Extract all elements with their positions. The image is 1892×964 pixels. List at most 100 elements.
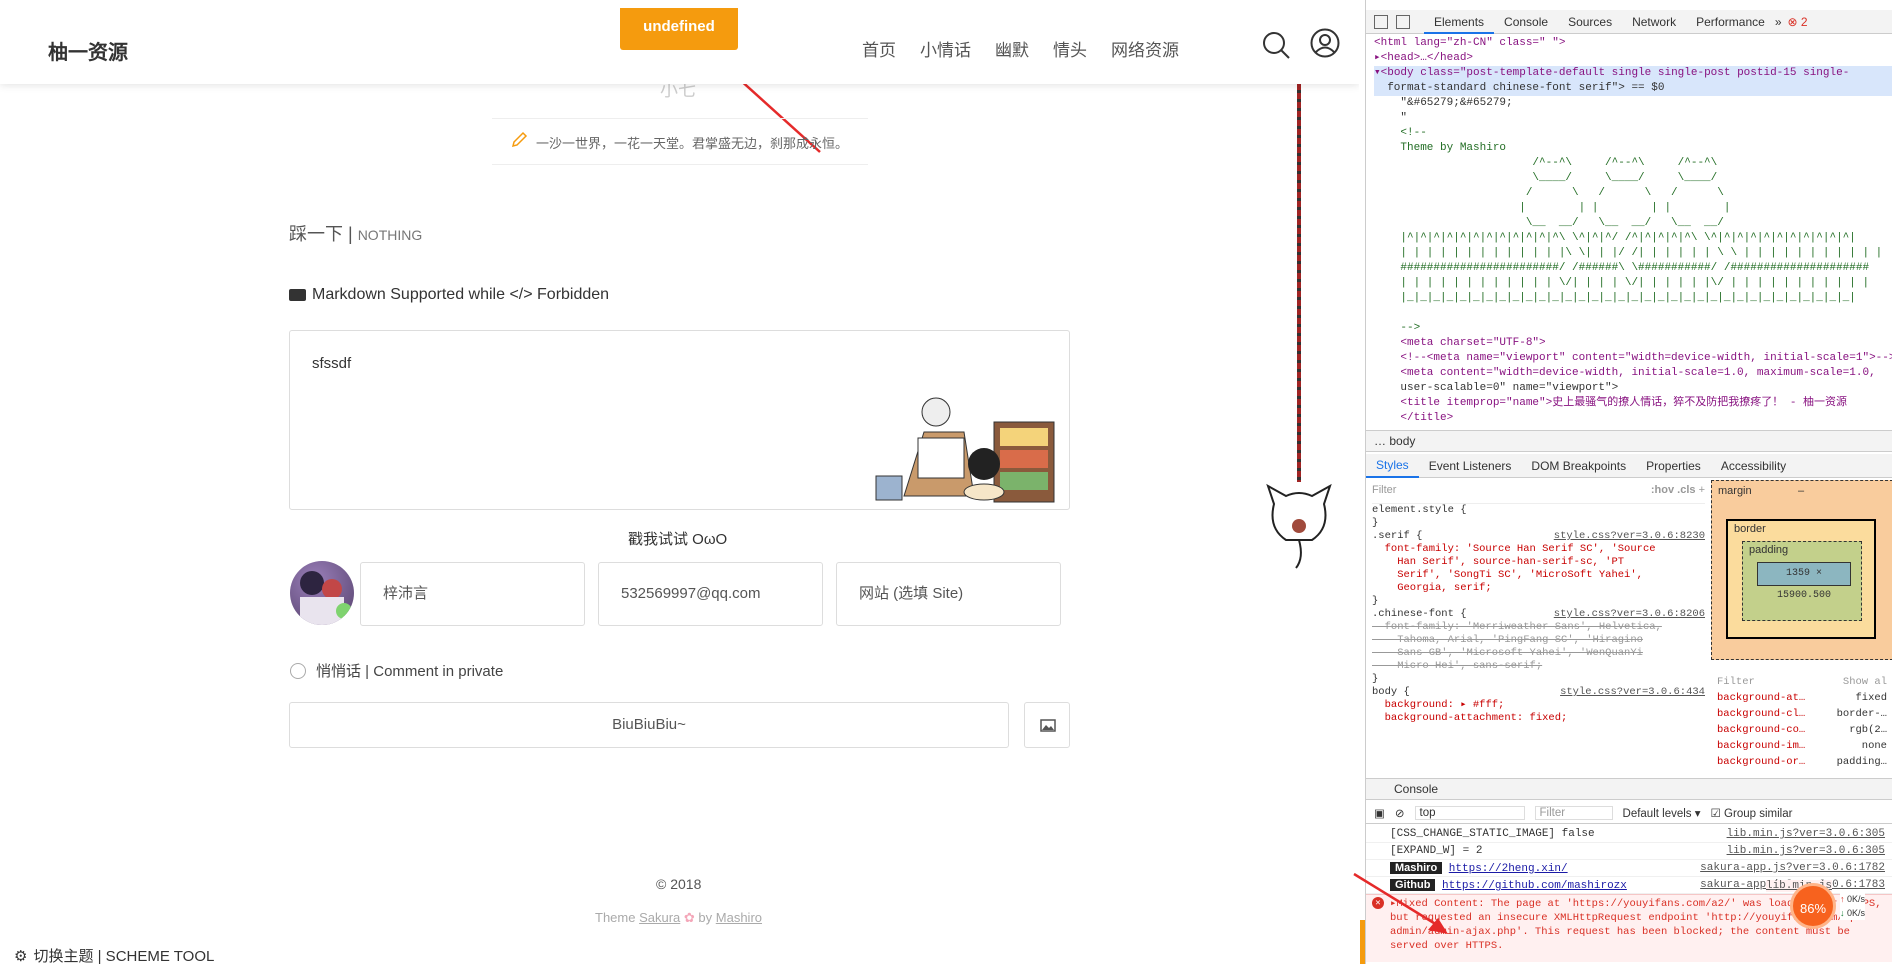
computed-filter[interactable]: Filter bbox=[1717, 674, 1755, 690]
console-filter[interactable]: Filter bbox=[1534, 805, 1613, 820]
style-source-link[interactable]: style.css?ver=3.0.6:8206 bbox=[1554, 608, 1705, 621]
markdown-icon bbox=[289, 289, 306, 301]
scheme-tool-label: 切换主题 | SCHEME TOOL bbox=[33, 948, 215, 964]
dom-node-line[interactable]: | | | | | | | | | | | | |\ \| | |/ /| | … bbox=[1374, 246, 1892, 261]
user-icon[interactable] bbox=[1310, 28, 1340, 58]
network-speed-ball[interactable]: 86% bbox=[1790, 883, 1836, 929]
mashiro-link[interactable]: https://2heng.xin/ bbox=[1449, 863, 1568, 875]
computed-row[interactable]: background-im… none bbox=[1717, 738, 1887, 754]
inspect-icon[interactable] bbox=[1374, 14, 1388, 29]
insert-image-button[interactable] bbox=[1024, 702, 1070, 748]
dom-node-line[interactable]: | | | | | | | | | | | | \/| | | | \/| | … bbox=[1374, 276, 1892, 291]
nav-item-love-words[interactable]: 小情话 bbox=[920, 36, 971, 61]
dom-node-line[interactable]: <!--<meta name="viewport" content="width… bbox=[1374, 351, 1892, 366]
style-source-link[interactable]: style.css?ver=3.0.6:8230 bbox=[1554, 530, 1705, 543]
subtab-properties[interactable]: Properties bbox=[1636, 459, 1711, 473]
dom-node-line[interactable]: ▾<body class="post-template-default sing… bbox=[1374, 66, 1892, 81]
device-toggle-icon[interactable] bbox=[1396, 14, 1410, 29]
dom-node-line[interactable]: \____/ \____/ \____/ bbox=[1374, 171, 1892, 186]
download-speed-value: 0K/s bbox=[1847, 908, 1866, 918]
footer-theme-prefix: Theme bbox=[595, 910, 640, 925]
breadcrumb-body[interactable]: body bbox=[1389, 434, 1415, 448]
annotation-arrow bbox=[1353, 872, 1448, 934]
subtab-event-listeners[interactable]: Event Listeners bbox=[1419, 459, 1522, 473]
dislike-button[interactable]: 踩一下 | NOTHING bbox=[289, 220, 422, 246]
clear-console-icon[interactable]: ⊘ bbox=[1395, 806, 1405, 820]
private-radio[interactable] bbox=[290, 662, 306, 679]
dom-node-line[interactable]: " bbox=[1374, 111, 1892, 126]
box-border-label: border bbox=[1734, 523, 1766, 535]
dom-node-line[interactable]: \__ __/ \__ __/ \__ __/ bbox=[1374, 216, 1892, 231]
dom-node-line[interactable]: <html lang="zh-CN" class=" "> bbox=[1374, 36, 1892, 51]
computed-row[interactable]: background-cl… border-… bbox=[1717, 706, 1887, 722]
footer-credits: Theme Sakura ✿ by Mashiro bbox=[595, 910, 762, 926]
dom-node-line[interactable]: Theme by Mashiro bbox=[1374, 141, 1892, 156]
subtab-styles[interactable]: Styles bbox=[1366, 454, 1419, 478]
subtab-accessibility[interactable]: Accessibility bbox=[1711, 459, 1796, 473]
tab-network[interactable]: Network bbox=[1622, 15, 1686, 29]
nav-item-humor[interactable]: 幽默 bbox=[995, 36, 1029, 61]
style-rule-text: font-family: 'Source Han Serif SC', 'Sou… bbox=[1372, 543, 1656, 555]
private-comment-option[interactable]: 悄悄话 | Comment in private bbox=[290, 660, 503, 681]
sidebar-toggle-icon[interactable]: ▣ bbox=[1374, 806, 1385, 820]
error-count-badge[interactable]: ⊗ 2 bbox=[1788, 15, 1808, 29]
dom-node-line[interactable]: format-standard chinese-font serif"> == … bbox=[1374, 81, 1892, 96]
nav-item-home[interactable]: 首页 bbox=[862, 36, 896, 61]
console-line: [EXPAND_W] = 2 lib.min.js?ver=3.0.6:305 bbox=[1366, 843, 1892, 860]
dom-node-line[interactable]: | | | | | | bbox=[1374, 201, 1892, 216]
submit-button[interactable]: BiuBiuBiu~ bbox=[289, 702, 1009, 748]
console-drawer-tab[interactable]: Console bbox=[1394, 782, 1438, 796]
dom-node-line[interactable]: <title itemprop="name">史上最骚气的撩人情话，猝不及防把我… bbox=[1374, 396, 1892, 411]
subtab-dom-breakpoints[interactable]: DOM Breakpoints bbox=[1521, 459, 1636, 473]
box-content: 1359 × 15900.500 bbox=[1757, 562, 1851, 601]
search-icon[interactable] bbox=[1262, 31, 1290, 59]
cls-toggle[interactable]: .cls bbox=[1677, 484, 1695, 496]
console-source-link[interactable]: sakura-app.js?ver=3.0.6:1782 bbox=[1700, 860, 1885, 876]
dom-node-line[interactable]: </title> bbox=[1374, 411, 1892, 426]
dom-node-line[interactable]: "&#65279;&#65279; bbox=[1374, 96, 1892, 111]
tab-elements[interactable]: Elements bbox=[1424, 10, 1495, 34]
styles-filter[interactable]: Filter:hov .cls + bbox=[1372, 484, 1705, 504]
tab-console[interactable]: Console bbox=[1494, 15, 1558, 29]
dom-node-line[interactable]: user-scalable=0" name="viewport"> bbox=[1374, 381, 1892, 396]
dom-node-line[interactable]: ########################/ /######\ \####… bbox=[1374, 261, 1892, 276]
style-source-link[interactable]: style.css?ver=3.0.6:434 bbox=[1560, 686, 1705, 699]
log-levels-select[interactable]: Default levels ▾ bbox=[1623, 806, 1701, 820]
dom-node-line[interactable]: ▸<head>…</head> bbox=[1374, 51, 1892, 66]
hov-toggle[interactable]: :hov bbox=[1651, 484, 1674, 496]
console-source-link[interactable]: lib.min.js?ver=3.0.6:305 bbox=[1726, 826, 1885, 842]
group-similar-checkbox[interactable]: ☑ Group similar bbox=[1711, 806, 1793, 820]
computed-show-all[interactable]: Show al bbox=[1843, 674, 1887, 690]
dom-node-line[interactable] bbox=[1374, 306, 1892, 321]
console-source-link[interactable]: lib.min.js?ver=3.0.6:305 bbox=[1726, 843, 1885, 859]
dom-node-line[interactable]: |_|_|_|_|_|_|_|_|_|_|_|_|_|_|_|_|_|_|_|_… bbox=[1374, 291, 1892, 306]
computed-row[interactable]: background-co… rgb(2… bbox=[1717, 722, 1887, 738]
dom-node-line[interactable]: |^|^|^|^|^|^|^|^|^|^|^|^\ \^|^|^/ /^|^|^… bbox=[1374, 231, 1892, 246]
dom-node-line[interactable]: --> bbox=[1374, 321, 1892, 336]
tab-performance[interactable]: Performance bbox=[1686, 15, 1775, 29]
tab-sources[interactable]: Sources bbox=[1558, 15, 1622, 29]
footer-theme-link[interactable]: Sakura bbox=[639, 910, 680, 925]
hanging-cat-icon[interactable] bbox=[1264, 478, 1334, 574]
computed-row[interactable]: background-or… padding… bbox=[1717, 754, 1887, 770]
dom-node-line[interactable]: /^--^\ /^--^\ /^--^\ bbox=[1374, 156, 1892, 171]
dom-node-line[interactable]: / \ / \ / \ bbox=[1374, 186, 1892, 201]
dom-node-line[interactable]: <!-- bbox=[1374, 126, 1892, 141]
styles-subtabs: Styles Event Listeners DOM Breakpoints P… bbox=[1366, 454, 1892, 478]
dom-node-line[interactable]: <meta charset="UTF-8"> bbox=[1374, 336, 1892, 351]
more-tabs-icon[interactable]: » bbox=[1775, 15, 1782, 29]
email-field[interactable]: 532569997@qq.com bbox=[598, 562, 823, 626]
scheme-tool-button[interactable]: ⚙ 切换主题 | SCHEME TOOL bbox=[14, 945, 214, 964]
name-field[interactable]: 梓沛言 bbox=[360, 562, 585, 626]
nav-item-resources[interactable]: 网络资源 bbox=[1111, 36, 1179, 61]
context-select[interactable]: top bbox=[1414, 805, 1525, 820]
footer-author-link[interactable]: Mashiro bbox=[716, 910, 762, 925]
github-link[interactable]: https://github.com/mashirozx bbox=[1442, 880, 1627, 892]
site-logo[interactable]: 柚一资源 bbox=[48, 36, 128, 65]
computed-row[interactable]: background-at… fixed bbox=[1717, 690, 1887, 706]
nav-item-avatars[interactable]: 情头 bbox=[1053, 36, 1087, 61]
style-rule-text: } bbox=[1372, 595, 1379, 607]
website-field[interactable]: 网站 (选填 Site) bbox=[836, 562, 1061, 626]
dom-node-line[interactable]: <meta content="width=device-width, initi… bbox=[1374, 366, 1892, 381]
emoji-toggle[interactable]: 戳我试试 OωO bbox=[628, 528, 727, 549]
